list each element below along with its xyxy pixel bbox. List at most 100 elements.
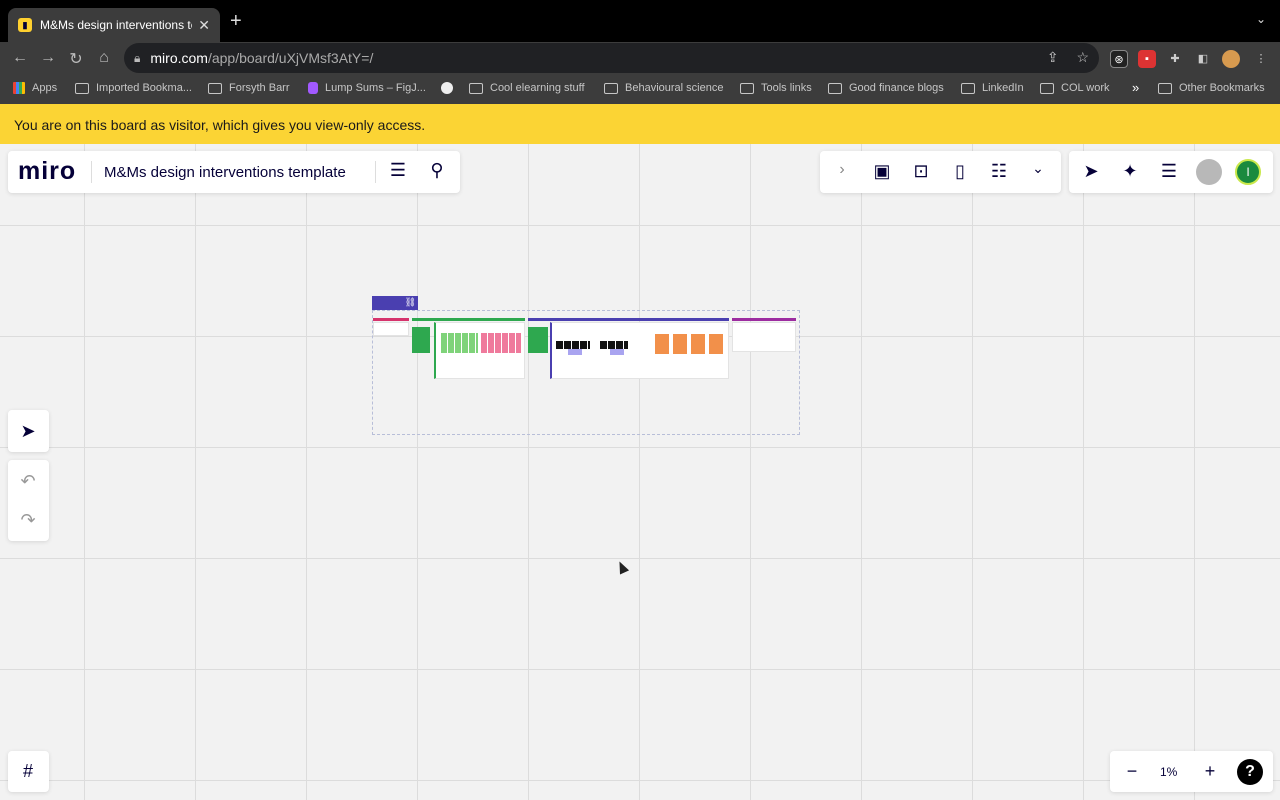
- chevron-right-icon[interactable]: ›: [830, 161, 854, 179]
- folder-icon: [469, 82, 483, 94]
- bookmark-apps[interactable]: Apps: [13, 82, 57, 94]
- section-strip-blue: [528, 318, 729, 321]
- url-path: /app/board/uXjVMsf3AtY=/: [207, 50, 374, 66]
- bookmark-label: Forsyth Barr: [229, 82, 290, 94]
- bookmarks-bar: Apps Imported Bookma... Forsyth Barr Lum…: [0, 76, 1280, 104]
- apps-grid-icon: [13, 82, 25, 94]
- reload-icon[interactable]: ↻: [66, 49, 86, 69]
- link-icon: ⛓: [404, 297, 416, 307]
- green-grid: [441, 333, 478, 353]
- bookmark-link[interactable]: [441, 82, 460, 94]
- bookmark-folder[interactable]: COL work: [1040, 82, 1110, 94]
- folder-icon: [604, 82, 618, 94]
- bookmark-folder[interactable]: Behavioural science: [604, 82, 723, 94]
- orange-blocks: [655, 334, 723, 354]
- board-header-panel: miro M&Ms design interventions template …: [8, 151, 460, 193]
- bookmark-label: COL work: [1061, 82, 1110, 94]
- more-bookmarks-chevron[interactable]: »: [1132, 80, 1139, 95]
- focus-frame-icon[interactable]: ⊡: [909, 161, 933, 182]
- figma-icon: [308, 82, 318, 94]
- black-cells-1: [556, 341, 590, 349]
- search-icon[interactable]: ⚲: [425, 160, 449, 181]
- section-strip-green: [412, 318, 525, 321]
- green-sticky-2: [528, 327, 548, 353]
- new-tab-button[interactable]: +: [230, 10, 242, 33]
- folder-icon: [208, 82, 222, 94]
- back-arrow-icon[interactable]: ←: [10, 49, 30, 67]
- zoom-in-icon[interactable]: +: [1198, 761, 1222, 782]
- template-header-block: ⛓: [372, 296, 418, 310]
- folder-icon: [1040, 82, 1054, 94]
- globe-icon: [441, 82, 453, 94]
- bookmark-folder[interactable]: Forsyth Barr: [208, 82, 290, 94]
- header-divider: [91, 161, 92, 183]
- zoom-level[interactable]: 1%: [1160, 765, 1177, 779]
- history-panel: ↶ ↷: [8, 460, 49, 541]
- tab-title: M&Ms design interventions te: [40, 18, 193, 32]
- browser-menu-icon[interactable]: ⋮: [1252, 50, 1270, 68]
- extension-red-icon[interactable]: ▪: [1138, 50, 1156, 68]
- home-icon[interactable]: ⌂: [94, 49, 114, 67]
- bookmark-star-icon[interactable]: ☆: [1076, 49, 1089, 65]
- side-panel-icon[interactable]: ◧: [1194, 50, 1212, 68]
- section-strip-pink: [373, 318, 409, 321]
- bookmark-label: Behavioural science: [625, 82, 724, 94]
- tab-search-chevron-icon[interactable]: ⌄: [1256, 12, 1266, 26]
- browser-tab-bar: ▮ M&Ms design interventions te ✕ + ⌄: [0, 0, 1280, 42]
- timer-icon[interactable]: ▯: [948, 161, 972, 182]
- profile-avatar[interactable]: [1222, 50, 1240, 68]
- bookmark-folder[interactable]: Tools links: [740, 82, 812, 94]
- zoom-panel: − 1% + ?: [1110, 751, 1273, 792]
- share-icon[interactable]: ⇪: [1047, 49, 1059, 65]
- board-canvas[interactable]: [0, 144, 1280, 800]
- frames-panel-button[interactable]: #: [8, 751, 49, 792]
- more-tools-chevron-icon[interactable]: ⌄: [1026, 160, 1050, 177]
- bookmark-link[interactable]: Lump Sums – FigJ...: [308, 82, 426, 94]
- black-cells-2: [600, 341, 628, 349]
- notes-icon[interactable]: ☷: [987, 161, 1011, 182]
- celebrate-icon[interactable]: ✦: [1118, 161, 1142, 182]
- address-bar[interactable]: 🔒︎ miro.com/app/board/uXjVMsf3AtY=/ ⇪ ☆: [124, 43, 1099, 73]
- zoom-out-icon[interactable]: −: [1120, 761, 1144, 782]
- redo-icon[interactable]: ↷: [16, 510, 40, 531]
- comments-icon[interactable]: ☰: [1157, 161, 1181, 182]
- collaboration-panel: ➤ ✦ ☰ I: [1069, 151, 1273, 193]
- lock-icon: 🔒︎: [134, 50, 141, 65]
- visitor-access-banner: You are on this board as visitor, which …: [0, 104, 1280, 144]
- bookmark-folder[interactable]: Cool elearning stuff: [469, 82, 585, 94]
- bookmark-label: Cool elearning stuff: [490, 82, 585, 94]
- collaborator-avatar[interactable]: [1196, 159, 1222, 185]
- miro-logo[interactable]: miro: [18, 157, 76, 186]
- miro-favicon-icon: ▮: [18, 18, 32, 32]
- cursor-visibility-icon[interactable]: ➤: [1079, 161, 1103, 182]
- user-avatar[interactable]: I: [1235, 159, 1261, 185]
- header-divider: [375, 161, 376, 183]
- select-arrow-icon[interactable]: ➤: [16, 421, 40, 442]
- bookmark-folder[interactable]: LinkedIn: [961, 82, 1024, 94]
- undo-icon[interactable]: ↶: [16, 471, 40, 492]
- bookmark-label: Good finance blogs: [849, 82, 944, 94]
- bookmark-folder[interactable]: Good finance blogs: [828, 82, 944, 94]
- browser-toolbar: ← → ↻ ⌂ 🔒︎ miro.com/app/board/uXjVMsf3At…: [0, 42, 1280, 76]
- folder-icon: [75, 82, 89, 94]
- extension-icon[interactable]: ⊛: [1110, 50, 1128, 68]
- forward-arrow-icon[interactable]: →: [38, 49, 58, 67]
- folder-icon: [1158, 82, 1172, 94]
- bookmark-label: Other Bookmarks: [1179, 82, 1265, 94]
- help-button[interactable]: ?: [1237, 759, 1263, 785]
- folder-icon: [740, 82, 754, 94]
- intro-card: [373, 322, 409, 336]
- bookmark-label: Lump Sums – FigJ...: [325, 82, 426, 94]
- board-title[interactable]: M&Ms design interventions template: [104, 164, 346, 181]
- browser-tab[interactable]: ▮ M&Ms design interventions te ✕: [8, 8, 220, 42]
- sticky-note-icon[interactable]: ▣: [870, 161, 894, 182]
- other-bookmarks-folder[interactable]: Other Bookmarks: [1158, 82, 1265, 94]
- extensions-puzzle-icon[interactable]: ✚: [1166, 50, 1184, 68]
- tab-close-icon[interactable]: ✕: [198, 17, 210, 34]
- bookmark-folder[interactable]: Imported Bookma...: [75, 82, 192, 94]
- section-strip-purple: [732, 318, 796, 321]
- url-domain: miro.com: [150, 50, 208, 66]
- view-tools-panel: › ▣ ⊡ ▯ ☷ ⌄: [820, 151, 1061, 193]
- menu-icon[interactable]: ☰: [386, 160, 410, 181]
- bookmark-label: Imported Bookma...: [96, 82, 192, 94]
